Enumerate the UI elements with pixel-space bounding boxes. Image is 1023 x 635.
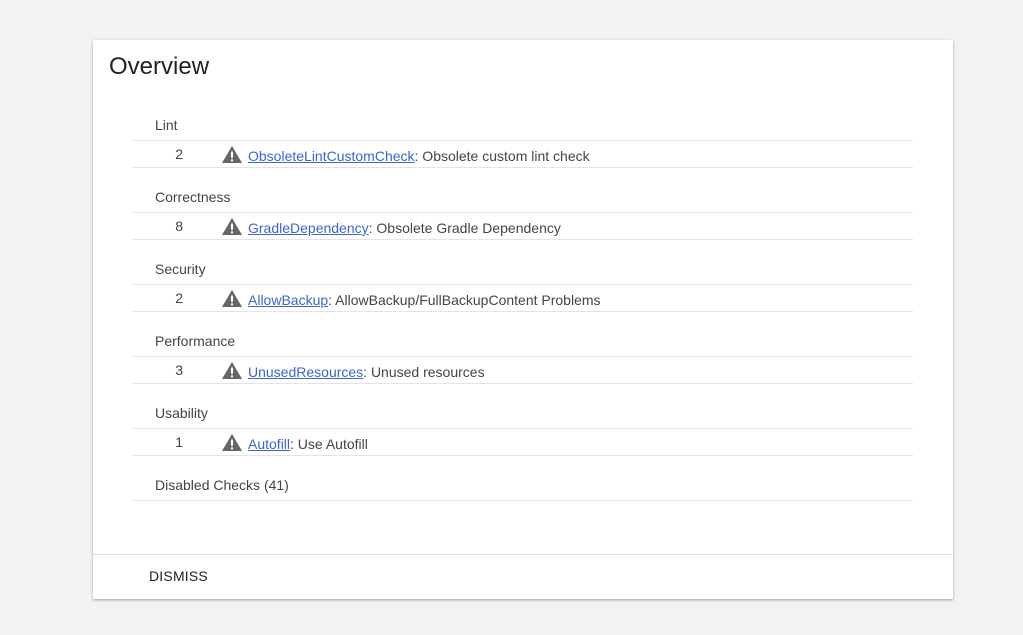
issue-count: 8	[175, 218, 183, 234]
category-label: Performance	[155, 333, 236, 349]
issue-link-gradle-dependency[interactable]: GradleDependency	[248, 220, 369, 236]
overview-card: Overview Lint 2 ObsoleteLintCustomCheck:…	[93, 40, 953, 599]
issue-text: GradleDependency: Obsolete Gradle Depend…	[248, 219, 561, 237]
issue-count: 1	[175, 434, 183, 450]
issue-link-obsolete-lint-custom-check[interactable]: ObsoleteLintCustomCheck	[248, 148, 415, 164]
issue-row: 2 ObsoleteLintCustomCheck: Obsolete cust…	[133, 141, 913, 168]
issue-link-allow-backup[interactable]: AllowBackup	[248, 292, 328, 308]
issue-description: : Use Autofill	[290, 436, 368, 452]
issue-count: 3	[175, 362, 183, 378]
issue-link-autofill[interactable]: Autofill	[248, 436, 290, 452]
category-row-lint: Lint	[133, 110, 913, 141]
warning-triangle-icon	[222, 218, 242, 235]
disabled-checks-label: Disabled Checks (41)	[155, 477, 289, 493]
warning-triangle-icon	[222, 434, 242, 451]
dismiss-button[interactable]: DISMISS	[141, 564, 216, 588]
category-label: Security	[155, 261, 206, 277]
category-row-performance: Performance	[133, 326, 913, 357]
issue-count: 2	[175, 146, 183, 162]
issue-description: : Unused resources	[363, 364, 485, 380]
issue-link-unused-resources[interactable]: UnusedResources	[248, 364, 363, 380]
issue-description: : Obsolete custom lint check	[414, 148, 590, 164]
category-row-usability: Usability	[133, 398, 913, 429]
issue-row: 1 Autofill: Use Autofill	[133, 429, 913, 456]
overview-table: Lint 2 ObsoleteLintCustomCheck: Obsolete…	[133, 110, 913, 501]
issue-text: Autofill: Use Autofill	[248, 435, 368, 453]
issue-text: AllowBackup: AllowBackup/FullBackupConte…	[248, 291, 601, 309]
issue-description: : AllowBackup/FullBackupContent Problems	[328, 292, 601, 308]
issue-row: 3 UnusedResources: Unused resources	[133, 357, 913, 384]
footer-divider	[93, 554, 953, 555]
category-row-correctness: Correctness	[133, 182, 913, 213]
warning-triangle-icon	[222, 146, 242, 163]
category-label: Correctness	[155, 189, 231, 205]
issue-row: 2 AllowBackup: AllowBackup/FullBackupCon…	[133, 285, 913, 312]
issue-row: 8 GradleDependency: Obsolete Gradle Depe…	[133, 213, 913, 240]
category-row-security: Security	[133, 254, 913, 285]
issue-description: : Obsolete Gradle Dependency	[368, 220, 561, 236]
category-label: Lint	[155, 117, 178, 133]
card-title: Overview	[109, 53, 210, 80]
issue-count: 2	[175, 290, 183, 306]
disabled-checks-row[interactable]: Disabled Checks (41)	[133, 470, 913, 501]
warning-triangle-icon	[222, 362, 242, 379]
issue-text: UnusedResources: Unused resources	[248, 363, 485, 381]
category-label: Usability	[155, 405, 208, 421]
issue-text: ObsoleteLintCustomCheck: Obsolete custom…	[248, 147, 590, 165]
warning-triangle-icon	[222, 290, 242, 307]
